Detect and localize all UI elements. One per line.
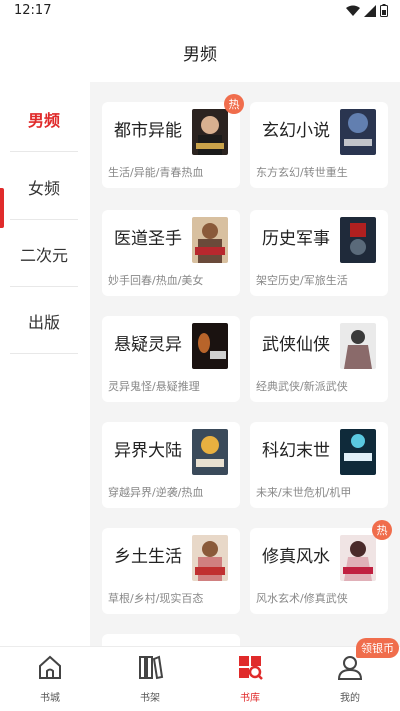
category-card-cultivation[interactable]: 修真风水 风水玄术/修真武侠 热 xyxy=(250,520,392,614)
tab-label: 书城 xyxy=(40,693,60,704)
category-grid: 都市异能 生活/异能/青春热血 热 玄幻小说 东方玄幻/转世重生 医道圣手 妙手… xyxy=(90,82,400,646)
book-cover xyxy=(340,323,376,369)
card-tags: 妙手回春/热血/美女 xyxy=(108,274,204,287)
category-card-scifi[interactable]: 科幻末世 未来/末世危机/机甲 xyxy=(250,422,388,508)
category-card-partial[interactable] xyxy=(102,634,240,646)
sidebar-item-female[interactable]: 女频 xyxy=(10,154,78,220)
tab-bookstore[interactable]: 书城 xyxy=(0,647,100,711)
category-sidebar: 男频 女频 二次元 出版 xyxy=(0,86,90,646)
wifi-icon xyxy=(346,5,360,16)
tab-bookshelf[interactable]: 书架 xyxy=(100,647,200,711)
book-cover xyxy=(340,109,376,155)
status-bar: 12:17 xyxy=(0,0,400,24)
home-icon xyxy=(39,655,61,679)
tab-library[interactable]: 书库 xyxy=(200,647,300,711)
page-title: 男频 xyxy=(183,45,217,65)
card-tags: 生活/异能/青春热血 xyxy=(108,166,204,179)
category-card-urban[interactable]: 都市异能 生活/异能/青春热血 热 xyxy=(102,94,244,188)
book-cover xyxy=(192,429,228,475)
card-tags: 未来/末世危机/机甲 xyxy=(256,486,352,499)
card-title: 乡土生活 xyxy=(114,547,182,567)
card-title: 异界大陆 xyxy=(114,441,182,461)
book-cover xyxy=(192,217,228,263)
card-tags: 草根/乡村/现实百态 xyxy=(108,592,204,605)
card-title: 玄幻小说 xyxy=(262,121,330,141)
battery-icon xyxy=(380,4,388,17)
coin-reward-badge[interactable]: 领银币 xyxy=(356,638,399,658)
sidebar-item-publish[interactable]: 出版 xyxy=(10,288,78,354)
category-card-otherworld[interactable]: 异界大陆 穿越异界/逆袭/热血 xyxy=(102,422,240,508)
book-cover xyxy=(192,109,228,155)
card-tags: 架空历史/军旅生活 xyxy=(256,274,348,287)
card-title: 都市异能 xyxy=(114,121,182,141)
bookshelf-icon xyxy=(139,655,164,680)
hot-badge: 热 xyxy=(372,520,392,540)
category-card-history[interactable]: 历史军事 架空历史/军旅生活 xyxy=(250,210,388,296)
bottom-tab-bar: 书城 书架 书库 我的 xyxy=(0,646,400,711)
card-title: 历史军事 xyxy=(262,229,330,249)
header: 男频 xyxy=(0,24,400,80)
card-title: 科幻末世 xyxy=(262,441,330,461)
category-card-rural[interactable]: 乡土生活 草根/乡村/现实百态 xyxy=(102,528,240,614)
book-cover xyxy=(340,429,376,475)
card-tags: 东方玄幻/转世重生 xyxy=(256,166,348,179)
card-tags: 穿越异界/逆袭/热血 xyxy=(108,486,204,499)
sidebar-item-anime[interactable]: 二次元 xyxy=(10,221,78,287)
tab-label: 书库 xyxy=(240,693,260,704)
category-card-mystery[interactable]: 悬疑灵异 灵异鬼怪/悬疑推理 xyxy=(102,316,240,402)
tab-label: 书架 xyxy=(140,693,160,704)
card-tags: 经典武侠/新派武侠 xyxy=(256,380,348,393)
category-card-medical[interactable]: 医道圣手 妙手回春/热血/美女 xyxy=(102,210,240,296)
status-time: 12:17 xyxy=(14,3,52,18)
card-title: 武侠仙侠 xyxy=(262,335,330,355)
card-title: 医道圣手 xyxy=(114,229,182,249)
sidebar-item-male[interactable]: 男频 xyxy=(10,86,78,152)
category-card-fantasy[interactable]: 玄幻小说 东方玄幻/转世重生 xyxy=(250,102,388,188)
tab-label: 我的 xyxy=(340,693,360,704)
card-tags: 灵异鬼怪/悬疑推理 xyxy=(108,380,200,393)
signal-icon xyxy=(364,4,376,17)
card-tags: 风水玄术/修真武侠 xyxy=(256,592,348,605)
book-cover xyxy=(192,535,228,581)
book-cover xyxy=(192,323,228,369)
active-indicator xyxy=(0,188,4,228)
category-card-wuxia[interactable]: 武侠仙侠 经典武侠/新派武侠 xyxy=(250,316,388,402)
card-title: 修真风水 xyxy=(262,547,330,567)
hot-badge: 热 xyxy=(224,94,244,114)
book-cover xyxy=(340,217,376,263)
status-icons xyxy=(346,4,388,17)
book-cover xyxy=(340,535,376,581)
library-icon xyxy=(239,656,263,680)
card-title: 悬疑灵异 xyxy=(114,335,182,355)
